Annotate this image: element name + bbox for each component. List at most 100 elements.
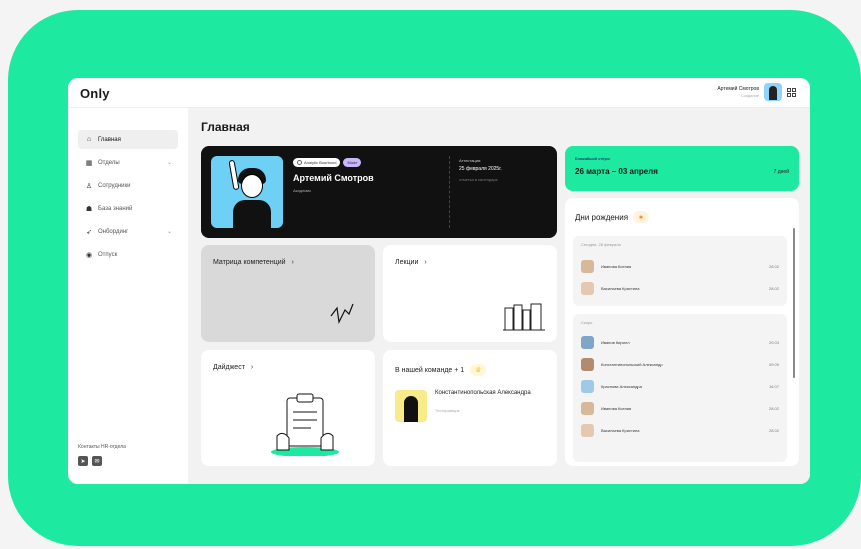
list-item[interactable]: Васильева Кристина 28.02: [581, 280, 779, 296]
avatar: [581, 379, 594, 393]
crown-icon: ♕: [470, 364, 487, 376]
card-title: Дайджест ›: [213, 364, 254, 371]
person-name: Краснова Александра: [601, 383, 642, 389]
user-name: Артемий Смотров: [717, 85, 759, 92]
chevron-right-icon: ›: [291, 259, 294, 266]
graduation-icon: ☗: [85, 205, 93, 213]
sidebar-item-knowledge[interactable]: ☗ База знаний: [78, 199, 178, 218]
birthdays-soon-group: Скоро Иванов Кирилл 29.03 Константинопол…: [573, 314, 787, 462]
people-icon: ♙: [85, 182, 93, 190]
sidebar: ⌂ Главная ▦ Отделы ⌄ ♙ Сотрудники ☗ База…: [68, 108, 188, 484]
attestation-calendar-link[interactable]: отметка в календарь: [459, 177, 498, 182]
person-name: Константинопольский Александр: [601, 361, 663, 367]
list-item[interactable]: Константинопольский Александр 09.09: [581, 356, 779, 372]
card-title: В нашей команде + 1 ♕: [395, 364, 487, 376]
list-item[interactable]: Васильева Кристина 28.02: [581, 422, 779, 438]
hr-contacts-label: Контакты HR-отдела: [78, 444, 126, 450]
profile-role: Академик: [293, 188, 312, 193]
birthday-date: 28.02: [768, 263, 779, 269]
list-item[interactable]: Иванова Ксения 28.02: [581, 400, 779, 416]
attestation-date: 25 февраля 2025г.: [459, 166, 502, 172]
card-title: Лекции ›: [395, 259, 427, 266]
app-logo[interactable]: Only: [80, 86, 110, 101]
vacation-card[interactable]: Ближайший отпуск 26 марта – 03 апреля 7 …: [565, 146, 799, 191]
user-info: Артемий Смотров Создание: [717, 85, 759, 98]
user-role: Создание: [740, 92, 759, 98]
team-member-name[interactable]: Константинопольская Александра: [435, 390, 535, 397]
telegram-icon[interactable]: ➤: [78, 456, 88, 466]
scrollbar[interactable]: [793, 228, 795, 378]
sidebar-item-vacation[interactable]: ◉ Отпуск: [78, 245, 178, 264]
profile-badges: Analytic Bourbond Made: [293, 158, 362, 167]
team-card[interactable]: В нашей команде + 1 ♕ Константинопольская…: [383, 350, 557, 466]
avatar: [581, 259, 594, 273]
list-item[interactable]: Краснова Александра 16.07: [581, 378, 779, 394]
lectures-card[interactable]: Лекции ›: [383, 245, 557, 342]
competency-matrix-card[interactable]: Матрица компетенций ›: [201, 245, 375, 342]
person-name: Иванов Кирилл: [601, 339, 630, 345]
group-label: Скоро: [581, 320, 593, 325]
home-icon: ⌂: [86, 136, 92, 143]
person-name: Васильева Кристина: [601, 285, 640, 291]
birthday-date: 09.09: [768, 361, 779, 367]
main-content: Главная Analytic Bourbond Made Артемий С…: [188, 108, 810, 484]
sidebar-item-label: Онбординг: [98, 228, 129, 235]
chevron-down-icon: ⌄: [166, 160, 172, 166]
team-member-avatar[interactable]: [395, 390, 427, 422]
rocket-icon: ➶: [86, 228, 92, 236]
birthday-date: 28.02: [768, 405, 779, 411]
birthday-date: 28.02: [768, 427, 779, 433]
stage: Only Артемий Смотров Создание ⌂ Главная …: [0, 0, 861, 549]
avatar: [581, 357, 594, 371]
birthdays-title: Дни рождения ✶: [575, 211, 650, 223]
sidebar-item-home[interactable]: ⌂ Главная: [78, 130, 178, 149]
digest-card[interactable]: Дайджест ›: [201, 350, 375, 466]
team-member-role: Тестировщик: [435, 408, 460, 413]
party-icon: ✶: [633, 211, 650, 223]
sidebar-nav: ⌂ Главная ▦ Отделы ⌄ ♙ Сотрудники ☗ База…: [78, 130, 178, 268]
birthday-date: 28.02: [768, 285, 779, 291]
attestation-label: Аттестация:: [459, 158, 482, 163]
birthday-date: 16.07: [768, 383, 779, 389]
sidebar-item-label: Отпуск: [98, 251, 118, 258]
sidebar-item-label: Главная: [98, 136, 121, 143]
app-window: Only Артемий Смотров Создание ⌂ Главная …: [68, 78, 810, 484]
apps-grid-icon[interactable]: [787, 87, 796, 97]
birthday-date: 29.03: [768, 339, 779, 345]
list-item[interactable]: Иванова Ксения 28.02: [581, 258, 779, 274]
profile-name: Артемий Смотров: [293, 173, 374, 183]
card-title: Матрица компетенций ›: [213, 259, 294, 266]
person-name: Иванова Ксения: [601, 405, 632, 411]
clipboard-icon: [271, 393, 339, 456]
books-icon: [503, 303, 545, 331]
level-badge: Made: [343, 158, 362, 167]
grid-icon: ▦: [85, 159, 93, 167]
mail-icon[interactable]: ✉: [92, 456, 102, 466]
chevron-down-icon: ⌄: [166, 229, 172, 235]
person-name: Васильева Кристина: [601, 427, 640, 433]
vacation-dates: 26 марта – 03 апреля: [575, 167, 658, 176]
avatar: [581, 423, 594, 437]
circle-icon: [297, 160, 302, 165]
sidebar-item-onboarding[interactable]: ➶ Онбординг ⌄: [78, 222, 178, 241]
birthdays-card: Дни рождения ✶ Сегодня, 28 февраля Иванов…: [565, 198, 799, 466]
chevron-right-icon: ›: [250, 364, 254, 371]
profile-photo: [211, 156, 283, 228]
sidebar-item-employees[interactable]: ♙ Сотрудники: [78, 176, 178, 195]
sidebar-item-label: Отделы: [98, 159, 120, 166]
user-menu[interactable]: Артемий Смотров Создание: [717, 83, 796, 101]
vacation-days: 7 дней: [773, 169, 789, 175]
sidebar-item-label: База знаний: [98, 205, 133, 212]
avatar[interactable]: [764, 83, 782, 101]
group-label: Сегодня, 28 февраля: [581, 242, 621, 247]
profile-card[interactable]: Analytic Bourbond Made Артемий Смотров А…: [201, 146, 557, 238]
avatar: [581, 401, 594, 415]
sidebar-item-label: Сотрудники: [98, 182, 131, 189]
vacation-icon: ◉: [85, 251, 93, 259]
page-title: Главная: [201, 120, 250, 134]
avatar: [581, 281, 594, 295]
vacation-label: Ближайший отпуск: [575, 156, 610, 161]
sidebar-item-departments[interactable]: ▦ Отделы ⌄: [78, 153, 178, 172]
list-item[interactable]: Иванов Кирилл 29.03: [581, 334, 779, 350]
top-bar: Only Артемий Смотров Создание: [68, 78, 810, 108]
